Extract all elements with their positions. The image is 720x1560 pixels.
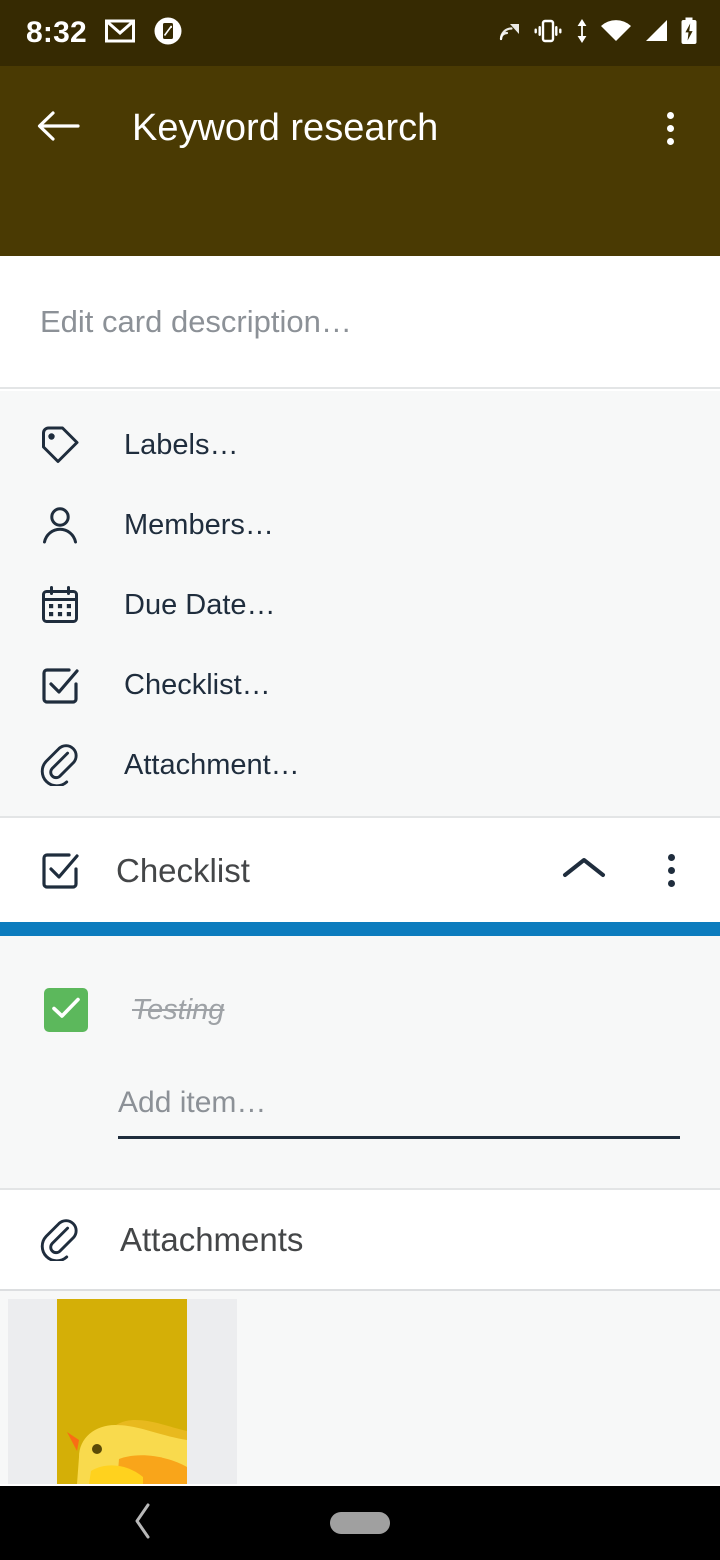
checklist-progress-fill bbox=[0, 922, 720, 936]
action-item-label: Checklist… bbox=[124, 668, 271, 701]
person-icon bbox=[34, 499, 86, 551]
status-bar: 8:32 bbox=[0, 0, 720, 66]
attachments-header: Attachments bbox=[0, 1190, 720, 1291]
paperclip-icon bbox=[34, 739, 86, 791]
attachment-thumbnail[interactable] bbox=[8, 1299, 237, 1484]
duck-illustration-icon bbox=[57, 1299, 187, 1484]
back-button[interactable] bbox=[30, 100, 86, 156]
more-vertical-icon-dot bbox=[667, 853, 675, 861]
action-item-label: Labels… bbox=[124, 428, 239, 461]
action-item-label: Members… bbox=[124, 508, 274, 541]
action-item-attachment[interactable]: Attachment… bbox=[0, 725, 720, 805]
more-vertical-icon-dot bbox=[666, 137, 674, 145]
add-item-placeholder: Add item… bbox=[118, 1086, 267, 1119]
app-bar: Keyword research bbox=[0, 66, 720, 256]
label-tag-icon bbox=[34, 419, 86, 471]
action-item-label: Due Date… bbox=[124, 588, 276, 621]
more-vertical-icon-dot bbox=[667, 866, 675, 874]
arrow-back-icon bbox=[36, 108, 80, 149]
paperclip-icon bbox=[34, 1214, 86, 1266]
checklist-item-checkbox[interactable] bbox=[44, 988, 88, 1032]
page-title: Keyword research bbox=[132, 107, 439, 149]
action-item-checklist[interactable]: Checklist… bbox=[0, 645, 720, 725]
add-item-underline bbox=[118, 1136, 680, 1139]
status-bar-right bbox=[499, 17, 698, 50]
attachments-title: Attachments bbox=[120, 1221, 304, 1258]
screenshot-icon bbox=[153, 16, 183, 51]
action-item-members[interactable]: Members… bbox=[0, 485, 720, 565]
checklist-section: Checklist Testing Add item… bbox=[0, 818, 720, 1190]
checklist-collapse-button[interactable] bbox=[554, 840, 614, 900]
battery-charging-icon bbox=[680, 17, 698, 50]
status-bar-left: 8:32 bbox=[26, 16, 183, 51]
cellular-signal-icon bbox=[643, 19, 669, 48]
wifi-icon bbox=[600, 19, 632, 48]
duck-thumbnail-image bbox=[57, 1299, 187, 1484]
checkbox-checked-icon bbox=[34, 659, 86, 711]
action-item-label: Attachment… bbox=[124, 748, 300, 781]
checklist-header: Checklist bbox=[0, 818, 720, 922]
checklist-overflow-button[interactable] bbox=[648, 840, 694, 900]
card-action-menu: Labels… Members… Due Date… Checklist… At… bbox=[0, 391, 720, 818]
add-item-field[interactable]: Add item… bbox=[118, 1088, 680, 1139]
nav-back-button[interactable] bbox=[117, 1497, 169, 1549]
checklist-item-label: Testing bbox=[132, 993, 225, 1026]
checklist-item[interactable]: Testing bbox=[0, 980, 720, 1040]
calendar-icon bbox=[34, 579, 86, 631]
attachments-section: Attachments bbox=[0, 1190, 720, 1486]
checklist-title: Checklist bbox=[116, 851, 250, 889]
app-screen: 8:32 Keyword research Edit card descript… bbox=[0, 0, 720, 1560]
more-vertical-icon-dot bbox=[666, 124, 674, 132]
more-vertical-icon-dot bbox=[666, 111, 674, 119]
nav-home-pill[interactable] bbox=[330, 1512, 390, 1534]
action-item-labels[interactable]: Labels… bbox=[0, 405, 720, 485]
more-vertical-icon-dot bbox=[667, 879, 675, 887]
app-bar-overflow-button[interactable] bbox=[642, 100, 698, 156]
check-icon bbox=[51, 996, 81, 1025]
vibrate-icon bbox=[532, 18, 564, 49]
card-description-placeholder: Edit card description… bbox=[40, 304, 352, 339]
card-description-field[interactable]: Edit card description… bbox=[0, 256, 720, 389]
chevron-back-icon bbox=[131, 1502, 155, 1545]
system-navigation-bar bbox=[0, 1486, 720, 1560]
data-transfer-icon bbox=[575, 18, 589, 49]
status-clock: 8:32 bbox=[26, 16, 87, 49]
checklist-progress-bar bbox=[0, 922, 720, 936]
checklist-body: Testing Add item… bbox=[0, 936, 720, 1190]
gmail-icon bbox=[104, 19, 135, 48]
checkbox-checked-icon bbox=[34, 844, 86, 896]
chevron-up-icon bbox=[561, 853, 607, 888]
action-item-due-date[interactable]: Due Date… bbox=[0, 565, 720, 645]
cast-icon bbox=[499, 21, 521, 46]
attachments-strip bbox=[0, 1291, 720, 1484]
app-bar-row: Keyword research bbox=[0, 66, 720, 190]
